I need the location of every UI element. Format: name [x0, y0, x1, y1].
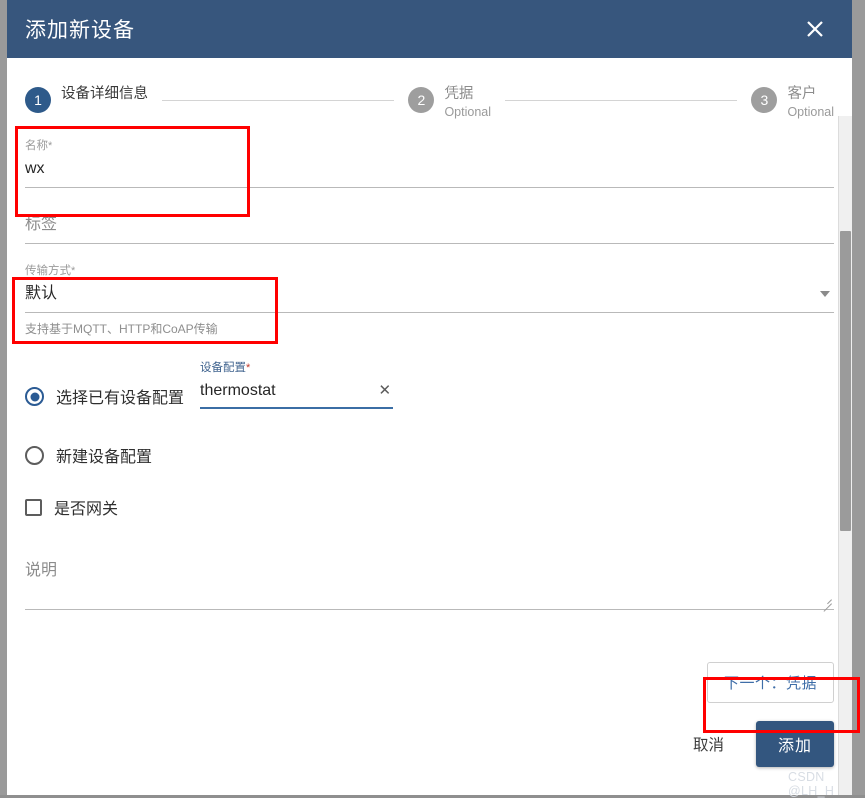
- radio-new-profile[interactable]: [25, 445, 44, 465]
- device-profile-field-wrapper: 设备配置* thermostat ✕: [200, 359, 394, 410]
- name-field-label: 名称*: [25, 137, 834, 153]
- device-details-form: 名称* wx 标签 传输方式* 默认 支持基于MQTT、HTTP和CoAP传输 …: [7, 137, 852, 611]
- step-1-text: 设备详细信息: [61, 86, 148, 103]
- dialog-scrollbar-thumb[interactable]: [840, 231, 851, 531]
- dialog-footer: 取消 添加: [7, 721, 852, 783]
- add-device-dialog: 添加新设备 1 设备详细信息 2 凭据 Optional 3 客户 Option…: [7, 0, 852, 795]
- device-profile-value: thermostat: [200, 382, 276, 400]
- transport-selected-value: 默认: [25, 285, 58, 303]
- step-3-sublabel: Optional: [787, 104, 834, 119]
- step-2-circle: 2: [408, 87, 435, 113]
- transport-required-mark: *: [71, 265, 76, 278]
- name-label-text: 名称: [25, 140, 48, 153]
- close-icon: [805, 19, 825, 39]
- transport-field-label: 传输方式*: [25, 262, 834, 278]
- device-profile-input[interactable]: thermostat ✕: [200, 380, 394, 410]
- radio-new-profile-label: 新建设备配置: [56, 449, 153, 467]
- checkbox-gateway[interactable]: [25, 498, 42, 516]
- step-2-label: 凭据: [444, 86, 474, 102]
- device-profile-label: 设备配置*: [200, 359, 393, 375]
- profile-new-row: 新建设备配置: [25, 443, 834, 467]
- step-3-text: 客户 Optional: [787, 86, 834, 119]
- transport-select[interactable]: 默认: [25, 283, 834, 314]
- step-3-circle: 3: [751, 87, 778, 113]
- transport-field-wrapper: 传输方式* 默认 支持基于MQTT、HTTP和CoAP传输: [25, 262, 834, 337]
- radio-existing-profile-label: 选择已有设备配置: [56, 390, 185, 408]
- close-dialog-button[interactable]: [800, 14, 830, 44]
- next-credentials-button[interactable]: 下一个：凭据: [706, 662, 834, 704]
- description-field-wrapper: 说明: [25, 561, 834, 611]
- next-button-row: 下一个：凭据: [7, 662, 852, 704]
- dialog-body: 1 设备详细信息 2 凭据 Optional 3 客户 Optional 名称*…: [7, 58, 852, 795]
- step-1-circle: 1: [25, 87, 51, 113]
- step-2-sublabel: Optional: [444, 104, 491, 119]
- step-credentials[interactable]: 2 凭据 Optional: [408, 86, 491, 119]
- transport-hint: 支持基于MQTT、HTTP和CoAP传输: [25, 322, 218, 337]
- step-connector-1: [162, 100, 395, 101]
- dialog-scrollbar-track[interactable]: [838, 116, 852, 795]
- device-profile-required-mark: *: [246, 362, 251, 375]
- stepper: 1 设备详细信息 2 凭据 Optional 3 客户 Optional: [7, 58, 852, 119]
- step-2-text: 凭据 Optional: [444, 86, 491, 119]
- radio-existing-profile[interactable]: [25, 387, 44, 407]
- dialog-titlebar: 添加新设备: [7, 0, 852, 58]
- description-textarea[interactable]: 说明: [25, 561, 834, 611]
- profile-existing-row: 选择已有设备配置 设备配置* thermostat ✕: [25, 359, 834, 410]
- name-required-mark: *: [48, 140, 53, 153]
- step-1-label: 设备详细信息: [61, 86, 148, 102]
- label-input[interactable]: 标签: [25, 214, 834, 245]
- clear-icon[interactable]: ✕: [376, 383, 393, 398]
- step-device-details[interactable]: 1 设备详细信息: [25, 86, 148, 113]
- name-input[interactable]: wx: [25, 158, 834, 189]
- device-profile-label-text: 设备配置: [200, 362, 247, 375]
- checkbox-gateway-label: 是否网关: [54, 501, 119, 519]
- cancel-button[interactable]: 取消: [679, 724, 738, 764]
- page-background: 添加新设备 1 设备详细信息 2 凭据 Optional 3 客户 Option…: [0, 0, 865, 798]
- resize-handle-icon[interactable]: [822, 596, 832, 606]
- chevron-down-icon: [820, 290, 830, 297]
- add-button[interactable]: 添加: [755, 721, 834, 768]
- transport-label-text: 传输方式: [25, 265, 71, 278]
- name-field-wrapper: 名称* wx: [25, 137, 834, 189]
- description-placeholder: 说明: [25, 562, 58, 580]
- dialog-title: 添加新设备: [25, 19, 135, 42]
- step-customer[interactable]: 3 客户 Optional: [751, 86, 834, 119]
- step-connector-2: [505, 100, 738, 101]
- step-3-label: 客户: [787, 86, 817, 102]
- label-field-wrapper: 标签: [25, 214, 834, 245]
- gateway-row: 是否网关: [25, 495, 834, 519]
